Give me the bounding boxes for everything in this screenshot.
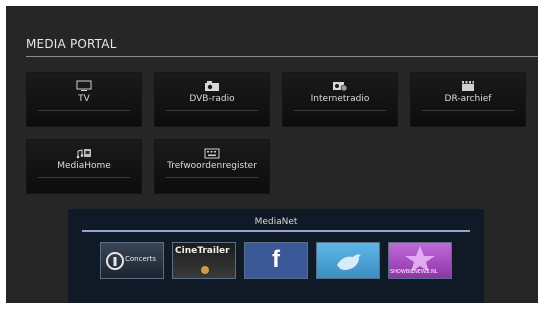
facebook-icon: f [272, 246, 280, 273]
tile-underline [166, 177, 258, 178]
tile-trefwoordenregister[interactable]: Trefwoordenregister [154, 139, 270, 194]
medianet-title: MediaNet [254, 217, 298, 227]
tile-mediahome[interactable]: MediaHome [26, 139, 142, 194]
tile-underline [166, 110, 258, 111]
media-portal-screen: MEDIA PORTAL TV DVB-radio Internetradio [6, 6, 538, 303]
tile-label: Trefwoordenregister [167, 161, 257, 171]
tile-label: Internetradio [310, 94, 370, 104]
app-cinetrailer[interactable]: CineTrailer [172, 242, 236, 279]
tile-label: MediaHome [57, 161, 111, 171]
tile-label: DVB-radio [189, 94, 235, 104]
tile-underline [294, 110, 386, 111]
twitter-bird-icon [337, 254, 361, 270]
app-showbiznewz[interactable]: SHOWBIZNEWZ.NL [388, 242, 452, 279]
tile-label: DR-archief [444, 94, 492, 104]
tile-underline [38, 110, 130, 111]
app-facebook[interactable]: f [244, 242, 308, 279]
tv-icon [76, 80, 92, 91]
keyboard-icon [204, 148, 220, 159]
internet-radio-icon [333, 82, 348, 92]
radio-icon [205, 81, 219, 91]
music-photo-icon [76, 149, 91, 159]
tile-dvb-radio[interactable]: DVB-radio [154, 72, 270, 127]
tile-tv[interactable]: TV [26, 72, 142, 127]
tile-label: TV [78, 94, 90, 104]
medianet-panel: MediaNet Concerts CineTrailer f SHOWBIZN… [68, 209, 484, 303]
tile-underline [422, 110, 514, 111]
app-text: SHOWBIZNEWZ.NL [390, 269, 438, 275]
app-text: CineTrailer [175, 246, 230, 256]
app-iconcerts[interactable]: Concerts [100, 242, 164, 279]
tile-underline [38, 177, 130, 178]
film-clapper-icon [462, 81, 474, 91]
tile-internetradio[interactable]: Internetradio [282, 72, 398, 127]
title-divider [26, 56, 538, 57]
app-text: Concerts [125, 255, 157, 263]
medianet-divider [82, 230, 470, 232]
page-title: MEDIA PORTAL [26, 37, 117, 51]
app-twitter[interactable] [316, 242, 380, 279]
tile-dr-archief[interactable]: DR-archief [410, 72, 526, 127]
